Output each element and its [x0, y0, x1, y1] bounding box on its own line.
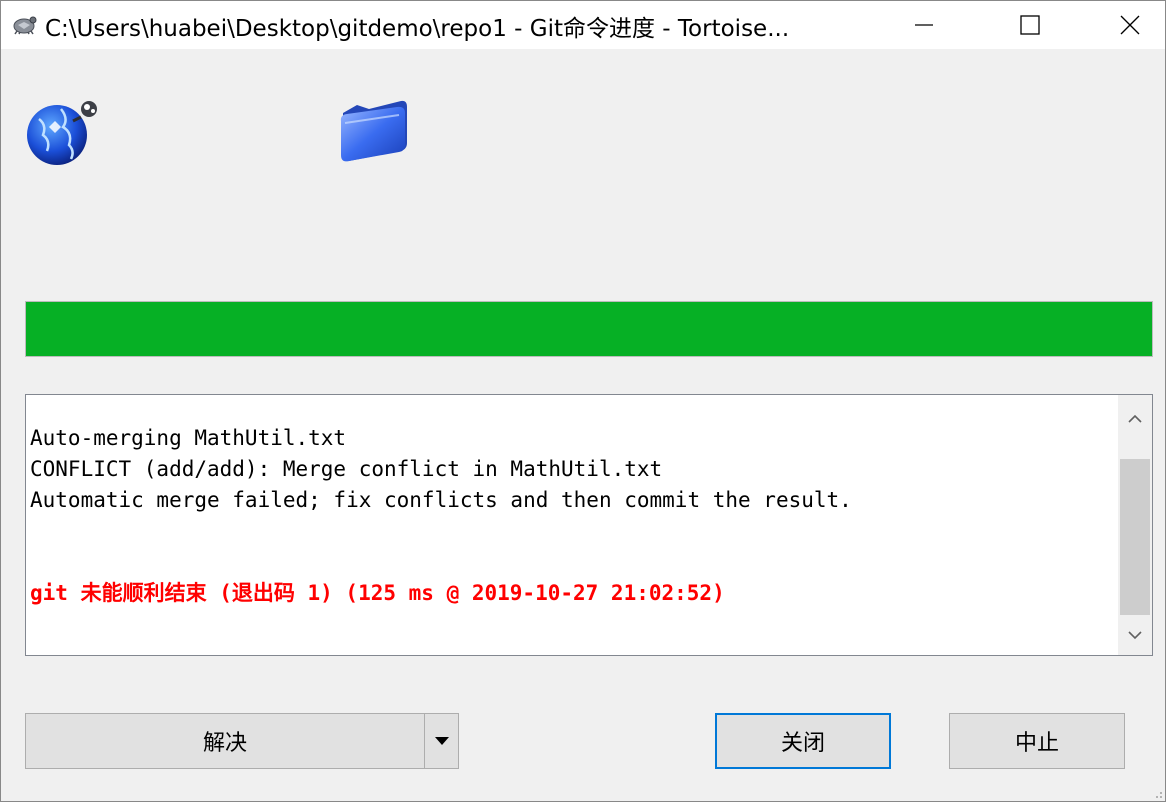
close-button[interactable]: 关闭: [715, 713, 891, 769]
minimize-icon: [915, 24, 933, 26]
chevron-up-icon: [1128, 414, 1142, 423]
maximize-button[interactable]: [995, 1, 1065, 49]
log-line: Auto-merging MathUtil.txt: [30, 426, 347, 450]
tortoisegit-app-icon: [13, 16, 37, 35]
globe-icon: [27, 101, 97, 165]
abort-button[interactable]: 中止: [949, 713, 1125, 769]
resolve-dropdown-toggle[interactable]: [424, 714, 459, 768]
command-output-log[interactable]: Auto-merging MathUtil.txt CONFLICT (add/a…: [25, 394, 1153, 656]
close-icon: [1120, 15, 1140, 35]
close-window-button[interactable]: [1095, 1, 1165, 49]
progress-bar: [25, 301, 1153, 357]
minimize-button[interactable]: [889, 1, 959, 49]
scroll-down-button[interactable]: [1118, 615, 1152, 655]
folder-icon: [340, 100, 407, 162]
resolve-button-label[interactable]: 解决: [26, 714, 424, 768]
maximize-icon: [1020, 15, 1040, 35]
scroll-thumb[interactable]: [1120, 459, 1150, 615]
log-line: Automatic merge failed; fix conflicts an…: [30, 488, 852, 512]
log-line-error: git 未能顺利结束 (退出码 1) (125 ms @ 2019-10-27 …: [30, 581, 725, 605]
title-bar[interactable]: C:\Users\huabei\Desktop\gitdemo\repo1 - …: [1, 1, 1165, 49]
vertical-scrollbar[interactable]: [1118, 395, 1152, 655]
scroll-up-button[interactable]: [1118, 399, 1152, 439]
chevron-down-icon: [1128, 631, 1142, 640]
git-progress-window: C:\Users\huabei\Desktop\gitdemo\repo1 - …: [0, 0, 1166, 802]
resize-grip-icon[interactable]: [1153, 789, 1163, 799]
progress-fill: [26, 302, 1152, 356]
resolve-split-button[interactable]: 解决: [25, 713, 459, 769]
window-title: C:\Users\huabei\Desktop\gitdemo\repo1 - …: [45, 16, 790, 42]
dropdown-arrow-icon: [435, 737, 449, 745]
log-line: CONFLICT (add/add): Merge conflict in Ma…: [30, 457, 663, 481]
log-lines: Auto-merging MathUtil.txt CONFLICT (add/a…: [30, 423, 1116, 609]
